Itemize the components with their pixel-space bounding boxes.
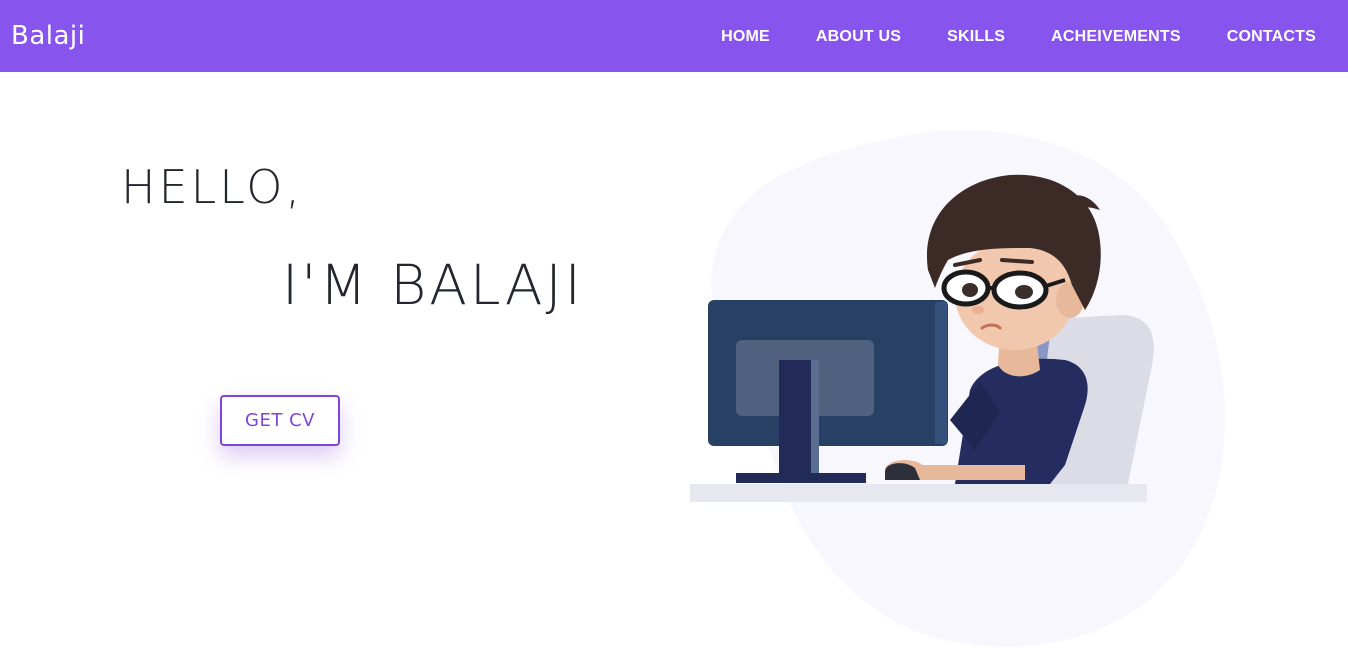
monitor-screen-side	[935, 302, 947, 444]
brand-logo[interactable]: Balaji	[11, 21, 85, 51]
nav-menu: HOME ABOUT US SKILLS ACHEIVEMENTS CONTAC…	[675, 26, 1316, 46]
nav-link-skills[interactable]: SKILLS	[947, 28, 1005, 45]
nav-item-home: HOME	[721, 26, 770, 46]
nav-link-contacts[interactable]: CONTACTS	[1227, 28, 1316, 45]
nav-link-home[interactable]: HOME	[721, 28, 770, 45]
developer-at-computer-illustration	[690, 130, 1226, 647]
nav-item-skills: SKILLS	[947, 26, 1005, 46]
desk	[690, 484, 1147, 502]
get-cv-button[interactable]: GET CV	[220, 395, 340, 446]
hero-greeting: HELLO,	[121, 160, 304, 214]
nav-link-acheivements[interactable]: ACHEIVEMENTS	[1051, 28, 1181, 45]
nav-item-achievements: ACHEIVEMENTS	[1051, 26, 1181, 46]
keyboard	[736, 473, 866, 483]
nav-item-about: ABOUT US	[816, 26, 901, 46]
navbar: Balaji HOME ABOUT US SKILLS ACHEIVEMENTS…	[0, 0, 1348, 72]
nav-link-about-us[interactable]: ABOUT US	[816, 28, 901, 45]
nav-item-contacts: CONTACTS	[1227, 26, 1316, 46]
hero-name: I'M BALAJI	[282, 253, 584, 317]
